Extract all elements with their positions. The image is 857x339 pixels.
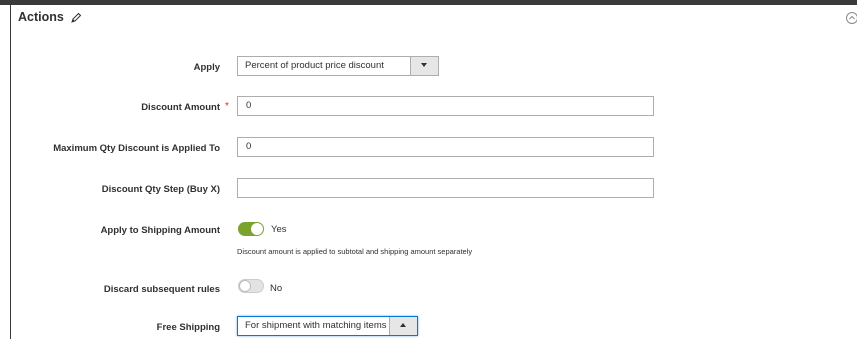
max-qty-input[interactable]: 0 [237, 137, 654, 157]
discount-step-label: Discount Qty Step (Buy X) [101, 184, 220, 195]
free-shipping-label: Free Shipping [156, 322, 220, 333]
discount-amount-input[interactable]: 0 [237, 96, 654, 116]
discount-step-input[interactable] [237, 178, 654, 198]
triangle-down-icon [421, 63, 427, 67]
apply-select-value: Percent of product price discount [245, 60, 384, 71]
apply-shipping-toggle[interactable] [238, 222, 264, 236]
dropdown-button[interactable] [410, 57, 438, 75]
discard-rules-state: No [270, 283, 283, 294]
dropdown-button[interactable] [389, 317, 417, 335]
apply-shipping-state: Yes [271, 224, 287, 235]
apply-shipping-note: Discount amount is applied to subtotal a… [237, 247, 473, 256]
toggle-knob [251, 223, 263, 235]
apply-label: Apply [193, 62, 220, 73]
window-top-border [0, 0, 857, 5]
required-indicator: * [225, 101, 229, 112]
section-title[interactable]: Actions [18, 10, 64, 24]
free-shipping-select-value: For shipment with matching items [245, 320, 387, 331]
triangle-up-icon [400, 323, 406, 327]
free-shipping-select[interactable]: For shipment with matching items [237, 316, 418, 336]
apply-shipping-label: Apply to Shipping Amount [100, 225, 220, 236]
apply-select[interactable]: Percent of product price discount [237, 56, 439, 76]
discard-rules-label: Discard subsequent rules [103, 284, 220, 295]
max-qty-label: Maximum Qty Discount is Applied To [53, 143, 220, 154]
discount-amount-label: Discount Amount [141, 102, 220, 113]
toggle-knob [239, 280, 251, 292]
pencil-icon[interactable] [70, 12, 82, 24]
discard-rules-toggle[interactable] [238, 279, 264, 293]
collapse-circle-icon[interactable] [845, 11, 857, 25]
